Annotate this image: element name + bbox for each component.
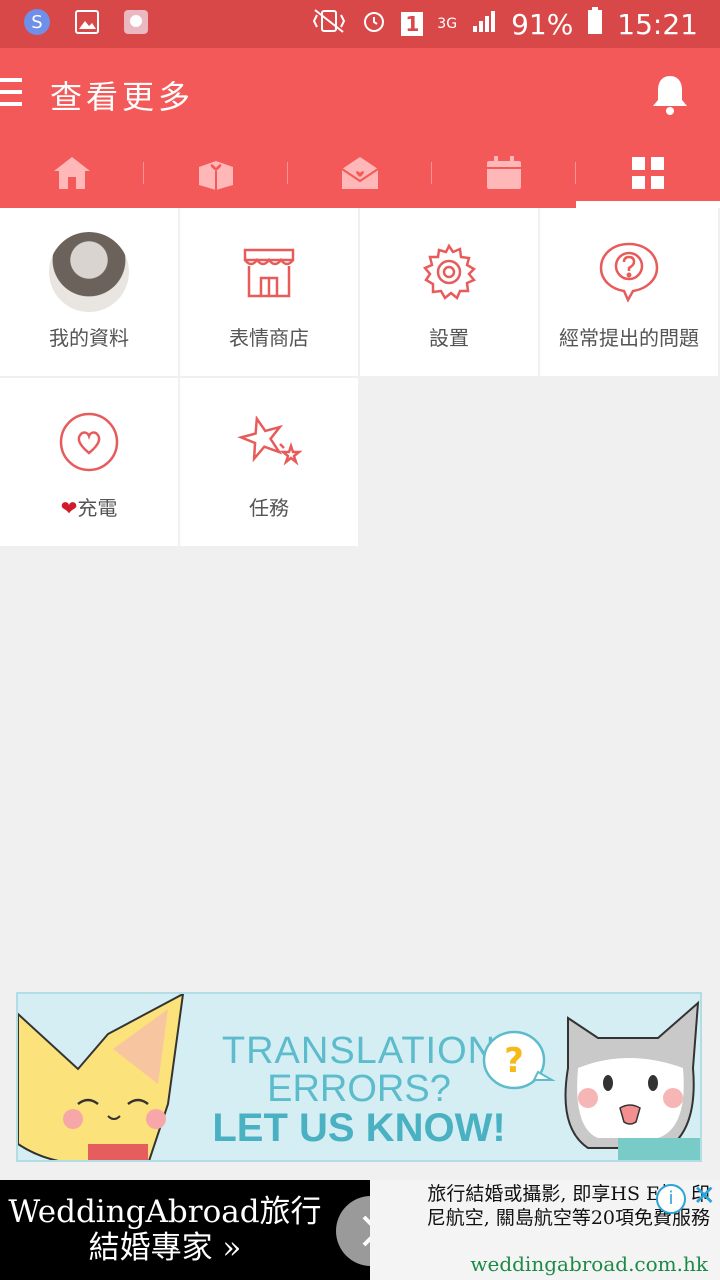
gift-box-icon [199, 161, 233, 190]
grid-item-label: 任務 [249, 496, 289, 520]
notification-button[interactable] [650, 72, 690, 116]
tab-mail[interactable] [288, 138, 432, 208]
grid-item-label: 表情商店 [229, 326, 309, 350]
avatar [49, 232, 129, 312]
ad-headline-line-1: WeddingAbroad旅行 [8, 1194, 322, 1230]
hamburger-line [0, 90, 22, 94]
alarm-icon [361, 8, 387, 41]
grid-icon [632, 157, 664, 189]
clock: 15:21 [617, 7, 698, 41]
gear-icon [422, 243, 477, 301]
grid-item-settings[interactable]: 設置 [360, 208, 538, 376]
network-type: 3G [437, 16, 458, 32]
tab-home[interactable] [0, 138, 144, 208]
grid-item-label: 經常提出的問題 [559, 326, 699, 350]
grid-item-label: 充電 [77, 496, 118, 520]
ad-info-icon[interactable]: i [656, 1184, 686, 1214]
ad-domain: weddingabroad.com.hk [470, 1252, 708, 1276]
svg-text:S: S [31, 12, 42, 33]
store-icon [243, 248, 295, 298]
tab-calendar[interactable] [432, 138, 576, 208]
ad-description-panel[interactable]: 旅行結婚或攝影, 即享HS E打, 印尼航空, 關島航空等20項免費服務 wed… [370, 1180, 720, 1280]
grid-item-label-wrap: ❤充電 [0, 492, 178, 521]
question-bubble-icon: ? [482, 1030, 556, 1090]
heart-icon: ❤ [60, 496, 78, 520]
sticker-app-icon [122, 8, 150, 40]
home-icon [54, 157, 90, 189]
stars-icon [237, 416, 302, 466]
ad-banner[interactable]: WeddingAbroad旅行 結婚專家 » 旅行結婚或攝影, 即享HS E打,… [0, 1180, 720, 1280]
tab-gift[interactable] [144, 138, 288, 208]
battery-icon [587, 6, 603, 42]
hamburger-line [0, 102, 22, 106]
ad-headline-line-2: 結婚專家 » [88, 1230, 242, 1266]
grid-item-my-profile[interactable]: 我的資料 [0, 208, 178, 376]
hamburger-icon [0, 78, 22, 82]
menu-button[interactable] [0, 78, 22, 108]
mail-icon [341, 157, 379, 189]
tab-more[interactable] [576, 138, 720, 208]
ad-headline[interactable]: WeddingAbroad旅行 結婚專家 » [0, 1180, 330, 1280]
app-s-icon: S [22, 7, 52, 41]
grid-item-label: 設置 [429, 326, 469, 350]
signal-icon [471, 8, 497, 41]
gallery-icon [74, 9, 100, 39]
battery-percent: 91% [511, 7, 574, 41]
grid-item-missions[interactable]: 任務 [180, 378, 358, 546]
grid-item-sticker-shop[interactable]: 表情商店 [180, 208, 358, 376]
grid-item-recharge[interactable]: ❤充電 [0, 378, 178, 546]
vibrate-icon [311, 8, 347, 41]
translation-feedback-banner[interactable]: TRANSLATION ERRORS? LET US KNOW! ? [16, 992, 702, 1162]
question-bubble-icon [599, 242, 659, 303]
grid-item-faq[interactable]: 經常提出的問題 [540, 208, 718, 376]
bell-icon [653, 76, 687, 115]
sim-icon: 1 [401, 12, 424, 36]
svg-text:?: ? [504, 1041, 524, 1081]
status-bar: S 1 3G 91% 15:21 [0, 0, 720, 48]
grid-item-label: 我的資料 [49, 326, 129, 350]
app-bar: 查看更多 [0, 48, 720, 208]
heart-circle-icon [59, 412, 119, 472]
cat-mascot-illustration [564, 1000, 700, 1160]
calendar-icon [487, 156, 521, 189]
tab-bar [0, 138, 720, 208]
page-title: 查看更多 [50, 78, 195, 116]
ad-close-icon[interactable]: ✕ [693, 1182, 716, 1210]
